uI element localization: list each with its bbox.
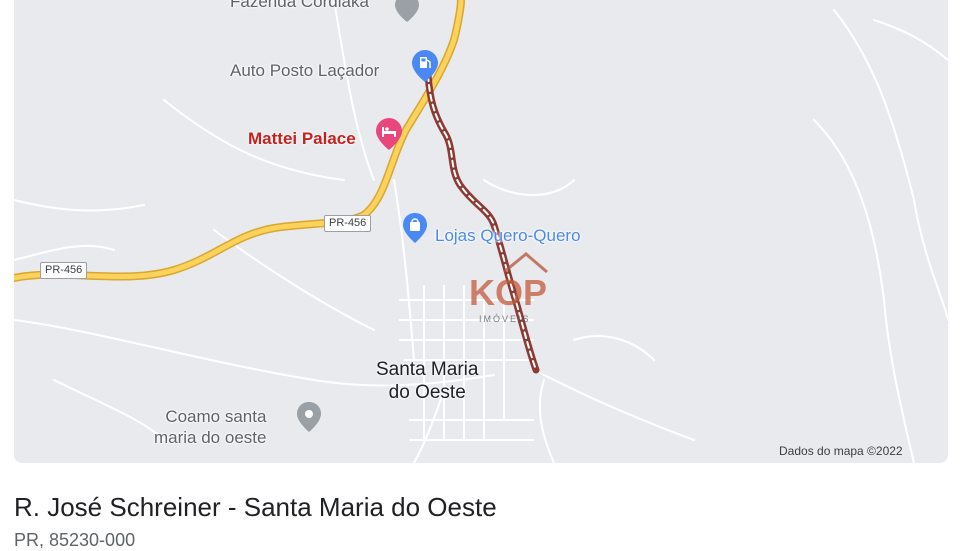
place-pin-icon[interactable] <box>297 402 321 432</box>
town-label-line1: Santa Maria <box>376 359 479 380</box>
town-label: Santa Maria do Oeste <box>376 358 478 404</box>
watermark-logo: KOP IMÓVEIS <box>469 252 548 324</box>
listing-postal: PR, 85230-000 <box>14 530 136 550</box>
watermark-sub: IMÓVEIS <box>479 314 531 324</box>
road-shield-pr456: PR-456 <box>324 215 372 232</box>
coamo-line1: Coamo santa <box>165 407 267 426</box>
fuel-station-icon[interactable] <box>412 50 438 82</box>
listing-address: R. José Schreiner - Santa Maria do Oeste <box>14 492 497 522</box>
place-label-posto[interactable]: Auto Posto Laçador <box>230 61 379 81</box>
watermark-letters: KOP <box>469 272 547 313</box>
place-label-lojas[interactable]: Lojas Quero-Quero <box>435 226 581 246</box>
map-attribution: Dados do mapa ©2022 <box>779 444 903 458</box>
coamo-line2: maria do oeste <box>154 428 267 447</box>
place-label-coamo[interactable]: Coamo santa maria do oeste <box>154 406 266 448</box>
shopping-bag-icon[interactable] <box>403 213 427 243</box>
place-label-hotel[interactable]: Mattei Palace <box>248 129 356 149</box>
hotel-bed-icon[interactable] <box>376 118 402 150</box>
town-label-line2: do Oeste <box>388 382 466 403</box>
road-shield-pr456: PR-456 <box>40 262 88 279</box>
place-pin-icon[interactable] <box>395 0 419 22</box>
place-label-fazenda[interactable]: Fazenda Cordiaka <box>230 0 369 12</box>
map-view[interactable]: Fazenda Cordiaka Auto Posto Laçador Matt… <box>14 0 948 463</box>
